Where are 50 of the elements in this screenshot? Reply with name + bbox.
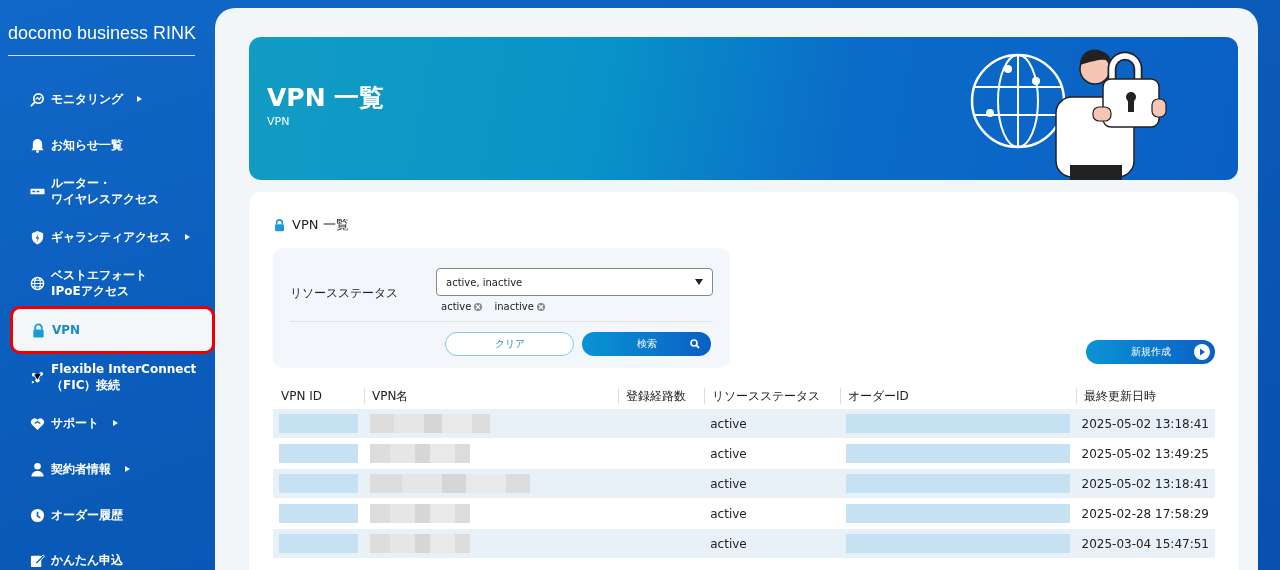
sidebar-item[interactable]: Flexible InterConnect （FIC）接続 [0,354,215,400]
remove-icon[interactable] [536,302,545,311]
shield-icon [30,229,45,245]
table-cell: active [704,528,840,558]
network-icon [30,369,45,385]
lock-icon [273,217,286,233]
search-button[interactable]: 検索 [582,332,711,356]
sidebar-item[interactable]: 契約者情報 [0,446,215,492]
table-cell: active [704,408,840,439]
globe-icon [30,275,45,291]
sidebar-item[interactable]: オーダー履歴 [0,492,215,538]
page-subtitle: VPN [267,115,291,128]
column-header: 最終更新日時 [1075,384,1215,409]
bell-icon [30,137,45,153]
column-header: オーダーID [839,384,1076,409]
create-button[interactable]: 新規作成 [1086,340,1215,364]
filter-chip[interactable]: inactive [494,301,545,312]
clock-icon [30,507,45,523]
sidebar-item[interactable]: モニタリング [0,76,215,122]
magnifier-icon [30,91,45,107]
table-cell: 2025-05-02 13:18:41 [1075,468,1215,499]
column-header: リソースステータス [704,384,840,409]
filter-chip[interactable]: active [441,301,483,312]
column-header: 登録経路数 [618,384,705,409]
edit-icon [30,553,45,568]
page-title: VPN 一覧 [267,83,385,113]
table-cell: 2025-05-02 13:18:41 [1075,408,1215,439]
sidebar-item[interactable]: ベストエフォート IPoEアクセス [0,260,215,306]
search-icon [690,339,700,349]
play-icon [1194,344,1210,360]
section-title: VPN 一覧 [292,216,349,234]
clear-button[interactable]: クリア [445,332,574,356]
sidebar-item[interactable]: サポート [0,400,215,446]
table-cell: 2025-03-04 15:47:51 [1075,528,1215,558]
lock-icon [31,322,46,338]
sidebar-item[interactable]: ルーター・ ワイヤレスアクセス [0,168,215,214]
column-header: VPN ID [273,384,365,409]
remove-icon[interactable] [474,302,483,311]
sidebar-item[interactable]: ギャランティアクセス [0,214,215,260]
column-header: VPN名 [364,384,619,409]
logo: docomo business RINK [8,22,197,44]
dropdown-icon [695,279,703,285]
sidebar-item[interactable]: VPN [10,306,215,354]
heart-icon [30,415,45,431]
sidebar-item[interactable]: お知らせ一覧 [0,122,215,168]
person-icon [30,461,45,477]
sidebar-item[interactable]: かんたん申込 [0,538,215,568]
table-cell: active [704,468,840,499]
status-select[interactable]: active, inactive [436,268,713,296]
filter-label: リソースステータス [290,285,399,302]
